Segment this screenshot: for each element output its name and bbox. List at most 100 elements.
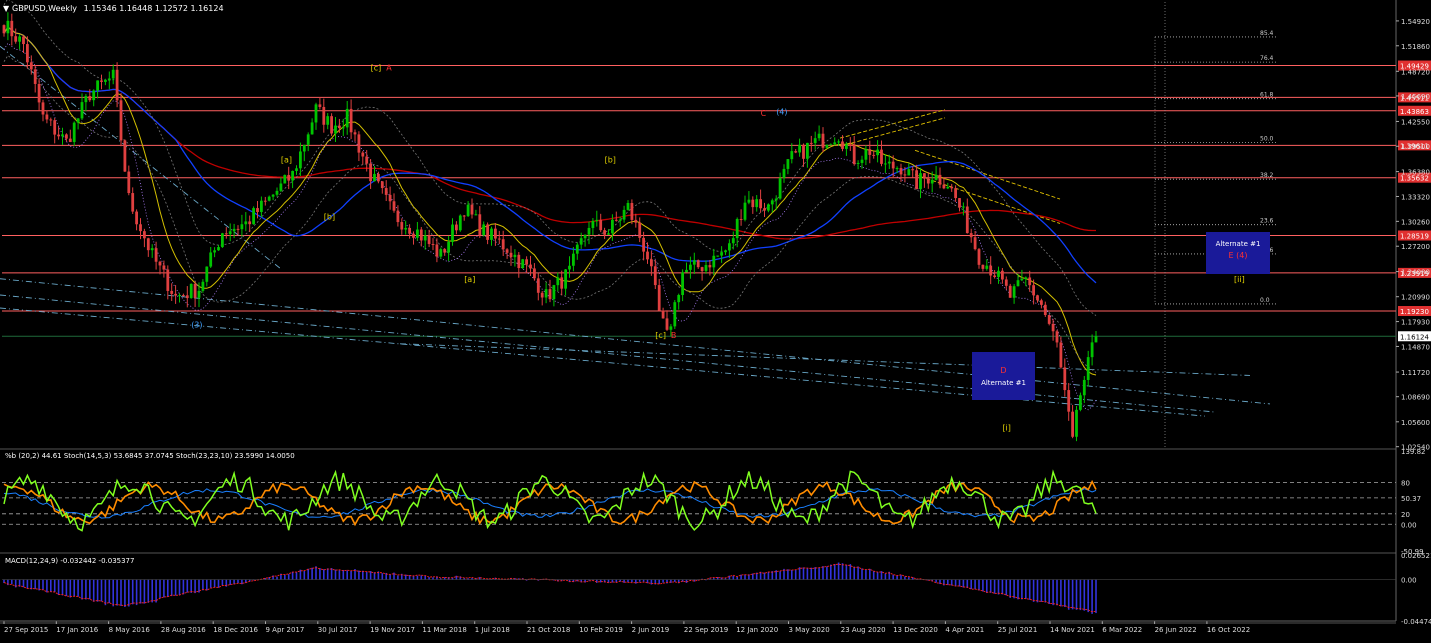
y-tick-label: 1.08690 [1401, 394, 1430, 402]
y-tick-label: 1.27200 [1401, 243, 1430, 251]
candle-body [427, 235, 431, 244]
candle-body [650, 259, 653, 267]
candle-body [513, 254, 517, 258]
candle [1079, 392, 1082, 412]
candle-body [708, 265, 712, 268]
x-tick-label: 22 Sep 2019 [684, 626, 728, 634]
wave-label: B [671, 331, 677, 340]
wave-box-subtitle: E (4) [1229, 251, 1248, 260]
candle-body [361, 152, 365, 157]
level-label: 1.28519 [1400, 233, 1429, 241]
candle-body [962, 206, 965, 208]
symbol-label: GBPUSD,Weekly [12, 4, 77, 13]
candle-body [263, 200, 267, 202]
x-tick-label: 2 Jun 2019 [632, 626, 670, 634]
candle-body [369, 163, 372, 182]
candle-body [486, 224, 489, 240]
candle-body [158, 261, 162, 266]
candle-body [61, 134, 64, 137]
candle-body [965, 206, 969, 234]
x-tick-label: 21 Oct 2018 [527, 626, 570, 634]
wave-label: (4) [776, 108, 787, 117]
x-tick-label: 23 Aug 2020 [841, 626, 886, 634]
wave-label: [b] [605, 156, 616, 165]
candle-body [759, 199, 762, 209]
candle-body [809, 142, 813, 144]
candle-body [728, 243, 731, 251]
chart-window[interactable]: 1.49429 1.45511 1.43863 1.39611 1.35632 1.285… [0, 0, 1431, 639]
candle-body [891, 161, 895, 169]
candle-body [143, 231, 146, 239]
candle-body [1008, 285, 1012, 298]
candle-body [1063, 367, 1067, 391]
candle-body [669, 326, 673, 330]
chart-svg[interactable]: 1.494291.455111.438631.396111.356321.285… [0, 0, 1431, 639]
candle-body [478, 214, 482, 236]
candle-body [595, 219, 599, 222]
candle-body [540, 292, 544, 298]
candle-body [915, 170, 918, 190]
candle-body [1012, 286, 1016, 298]
candle-body [314, 104, 318, 123]
x-tick-label: 6 Mar 2022 [1102, 626, 1142, 634]
candle-body [123, 140, 127, 172]
candle [1008, 283, 1012, 298]
candle-body [993, 275, 996, 277]
candle-body [96, 80, 99, 91]
candle-body [1067, 390, 1071, 412]
candle-body [416, 229, 419, 238]
level-label: 1.19230 [1400, 308, 1429, 316]
candle-body [587, 227, 591, 235]
candle-body [131, 193, 135, 212]
candle-body [201, 281, 205, 291]
candle-body [76, 118, 80, 123]
candle-body [657, 285, 661, 311]
candle-body [794, 151, 798, 153]
candle-body [841, 141, 844, 149]
candle-body [712, 255, 716, 268]
candle-body [786, 159, 790, 169]
y-tick-label: 1.54920 [1401, 18, 1430, 26]
candle [1075, 406, 1078, 442]
candle-body [1079, 395, 1082, 410]
candle-body [37, 83, 41, 103]
candle-body [49, 119, 53, 121]
x-tick-label: 27 Sep 2015 [4, 626, 48, 634]
candle-body [907, 169, 911, 176]
candle-body [845, 144, 848, 149]
candle-body [977, 249, 981, 265]
candle-body [404, 227, 408, 230]
wave-box-title: D [1000, 366, 1006, 375]
candle-body [1028, 277, 1032, 286]
candle-body [388, 194, 392, 202]
candle-body [1075, 409, 1078, 437]
candle-body [770, 200, 774, 205]
stoch-tick-label: 139.82 [1401, 448, 1426, 456]
candle-body [548, 289, 552, 300]
candle-body [111, 69, 115, 79]
candle-body [41, 102, 45, 115]
candle-body [357, 134, 361, 153]
candle-body [1086, 357, 1090, 380]
candle-body [68, 138, 72, 143]
y-tick-label: 1.42550 [1401, 118, 1430, 126]
candle-body [283, 174, 287, 184]
candle [123, 139, 127, 172]
candle-body [104, 80, 107, 82]
candle [1047, 314, 1051, 326]
candle-body [895, 168, 899, 170]
candle-body [607, 233, 610, 235]
candle-body [470, 204, 474, 215]
candle-body [716, 255, 720, 257]
candle-body [1051, 323, 1055, 332]
x-tick-label: 25 Jul 2021 [998, 626, 1038, 634]
candle-body [743, 202, 747, 220]
candle-body [614, 219, 618, 221]
candle-body [911, 169, 915, 171]
candle-body [642, 237, 645, 252]
wave-label: A [386, 64, 392, 73]
chart-menu-icon[interactable]: ▼ [3, 4, 10, 13]
candle-body [248, 221, 252, 225]
wave-box-subtitle: Alternate #1 [981, 379, 1026, 387]
candle-body [490, 228, 493, 240]
